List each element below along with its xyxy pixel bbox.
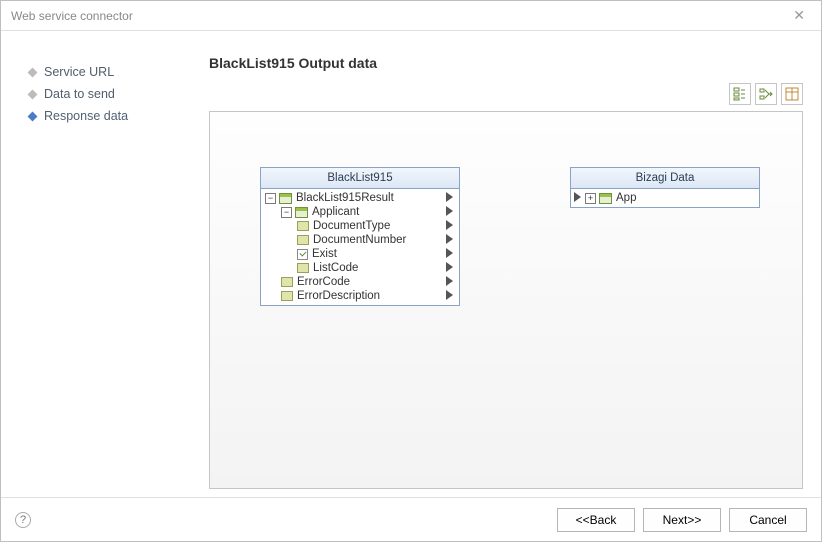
tree-label: BlackList915Result xyxy=(296,192,441,204)
tree-row[interactable]: DocumentNumber xyxy=(261,233,459,247)
output-port-icon[interactable] xyxy=(447,193,453,201)
dialog-window: Web service connector ✕ Service URL Data… xyxy=(0,0,822,542)
tree-row[interactable]: ErrorCode xyxy=(261,275,459,289)
table-icon xyxy=(295,207,308,218)
field-icon xyxy=(297,235,309,245)
field-icon xyxy=(281,291,293,301)
diamond-icon xyxy=(28,67,38,77)
sidebar-item-data-to-send[interactable]: Data to send xyxy=(29,83,183,105)
field-icon xyxy=(297,221,309,231)
input-port-icon[interactable] xyxy=(575,193,581,201)
output-port-icon[interactable] xyxy=(447,291,453,299)
tree-row[interactable]: DocumentType xyxy=(261,219,459,233)
tree-label: Exist xyxy=(312,248,441,260)
field-icon xyxy=(297,263,309,273)
target-tree: + App xyxy=(571,189,759,207)
tree-row[interactable]: + App xyxy=(571,191,759,205)
sidebar-item-label: Data to send xyxy=(44,87,115,101)
source-block-title: BlackList915 xyxy=(261,168,459,189)
output-port-icon[interactable] xyxy=(447,263,453,271)
cancel-button[interactable]: Cancel xyxy=(729,508,807,532)
target-block[interactable]: Bizagi Data + App xyxy=(570,167,760,208)
tree-label: App xyxy=(616,192,755,204)
tree-label: ErrorDescription xyxy=(297,290,441,302)
tree-row[interactable]: ListCode xyxy=(261,261,459,275)
source-tree: − BlackList915Result − Applicant xyxy=(261,189,459,305)
layout-button[interactable] xyxy=(781,83,803,105)
sidebar-item-service-url[interactable]: Service URL xyxy=(29,61,183,83)
sidebar-item-label: Service URL xyxy=(44,65,114,79)
output-port-icon[interactable] xyxy=(447,207,453,215)
sidebar: Service URL Data to send Response data xyxy=(1,31,191,497)
tree-row[interactable]: − Applicant xyxy=(261,205,459,219)
page-title: BlackList915 Output data xyxy=(209,55,803,71)
tree-label: DocumentType xyxy=(313,220,441,232)
tree-row[interactable]: ErrorDescription xyxy=(261,289,459,303)
table-icon xyxy=(279,193,292,204)
expand-icon[interactable]: + xyxy=(585,193,596,204)
output-port-icon[interactable] xyxy=(447,235,453,243)
expand-all-button[interactable] xyxy=(729,83,751,105)
auto-map-icon xyxy=(759,87,773,101)
window-title: Web service connector xyxy=(11,9,133,23)
titlebar: Web service connector ✕ xyxy=(1,1,821,31)
tree-label: ListCode xyxy=(313,262,441,274)
back-button[interactable]: <<Back xyxy=(557,508,635,532)
close-icon[interactable]: ✕ xyxy=(787,5,811,26)
dialog-body: Service URL Data to send Response data B… xyxy=(1,31,821,497)
tree-row[interactable]: Exist xyxy=(261,247,459,261)
canvas-toolbar xyxy=(209,83,803,105)
output-port-icon[interactable] xyxy=(447,249,453,257)
tree-label: ErrorCode xyxy=(297,276,441,288)
source-block[interactable]: BlackList915 − BlackList915Result − Appl… xyxy=(260,167,460,306)
target-block-title: Bizagi Data xyxy=(571,168,759,189)
boolean-icon xyxy=(297,249,308,260)
collapse-icon[interactable]: − xyxy=(265,193,276,204)
tree-label: DocumentNumber xyxy=(313,234,441,246)
tree-label: Applicant xyxy=(312,206,441,218)
diamond-icon xyxy=(28,89,38,99)
tree-row[interactable]: − BlackList915Result xyxy=(261,191,459,205)
expand-tree-icon xyxy=(733,87,747,101)
help-icon[interactable]: ? xyxy=(15,512,31,528)
diamond-icon xyxy=(28,111,38,121)
mapping-canvas[interactable]: BlackList915 − BlackList915Result − Appl… xyxy=(209,111,803,489)
sidebar-item-label: Response data xyxy=(44,109,128,123)
main-panel: BlackList915 Output data xyxy=(191,31,821,497)
table-icon xyxy=(599,193,612,204)
field-icon xyxy=(281,277,293,287)
dialog-footer: ? <<Back Next>> Cancel xyxy=(1,497,821,541)
auto-map-button[interactable] xyxy=(755,83,777,105)
sidebar-item-response-data[interactable]: Response data xyxy=(29,105,183,127)
next-button[interactable]: Next>> xyxy=(643,508,721,532)
output-port-icon[interactable] xyxy=(447,277,453,285)
collapse-icon[interactable]: − xyxy=(281,207,292,218)
layout-icon xyxy=(785,87,799,101)
output-port-icon[interactable] xyxy=(447,221,453,229)
